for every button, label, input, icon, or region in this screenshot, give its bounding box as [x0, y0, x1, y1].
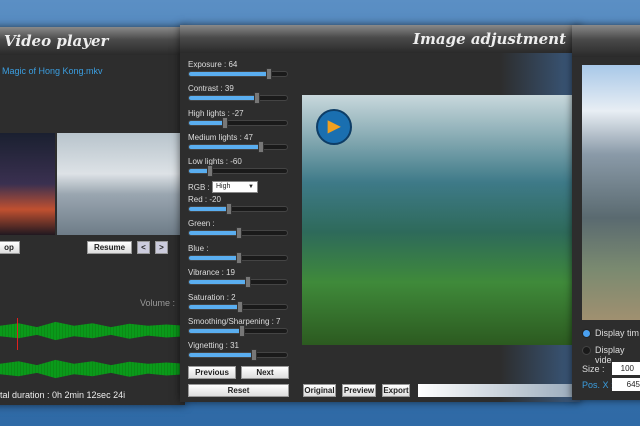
app-logo-icon: ▶ — [316, 109, 352, 145]
city-thumbnail[interactable] — [0, 133, 55, 235]
adjustment-slider[interactable] — [188, 116, 288, 129]
slider-thumb[interactable] — [235, 251, 242, 264]
slider-fill — [189, 120, 226, 125]
slider-fill — [189, 144, 261, 149]
slider-fill — [189, 255, 239, 260]
video-filename: Magic of Hong Kong.mkv — [2, 66, 103, 76]
export-button[interactable]: Export — [382, 384, 410, 397]
adjustment-slider[interactable] — [188, 92, 288, 105]
size-input[interactable]: 100 — [612, 362, 640, 375]
image-adjustment-titlebar[interactable]: Image adjustment — [180, 25, 580, 53]
rgb-select[interactable]: High ▼ — [212, 181, 258, 193]
export-progress-bar — [418, 384, 578, 397]
resume-button[interactable]: Resume — [87, 241, 132, 254]
posx-label: Pos. X : — [582, 380, 614, 390]
posx-input[interactable]: 645 — [612, 378, 640, 391]
slider-thumb[interactable] — [238, 325, 245, 337]
chevron-down-icon: ▼ — [248, 184, 254, 190]
next-button[interactable]: Next — [241, 366, 289, 379]
bridge-thumbnail[interactable] — [57, 133, 181, 235]
slider-label: Saturation : 2 — [188, 292, 236, 302]
size-value: 100 — [620, 364, 634, 373]
slider-label: Smoothing/Sharpening : 7 — [188, 317, 281, 326]
slider-thumb[interactable] — [257, 140, 264, 153]
image-adjustment-title: Image adjustment — [412, 30, 566, 48]
adjustment-slider[interactable] — [188, 203, 288, 215]
adjustment-slider[interactable] — [188, 349, 288, 362]
display-time-label: Display tim — [595, 328, 640, 338]
adjustment-slider[interactable] — [188, 300, 288, 313]
reset-button[interactable]: Reset — [188, 384, 289, 397]
slider-label: Vignetting : 31 — [188, 341, 240, 351]
slider-thumb[interactable] — [244, 276, 251, 289]
slider-fill — [189, 280, 248, 285]
slider-thumb[interactable] — [236, 300, 243, 313]
total-duration: tal duration : 0h 2min 12sec 24i — [0, 390, 126, 400]
stop-button[interactable]: op — [0, 241, 20, 254]
slider-thumb[interactable] — [222, 116, 229, 129]
slider-label: Medium lights : 47 — [188, 132, 253, 142]
display-time-radio[interactable] — [582, 329, 591, 338]
slider-thumb[interactable] — [250, 349, 257, 362]
slider-thumb[interactable] — [235, 227, 242, 240]
volume-label: Volume : — [140, 298, 176, 308]
rgb-label: RGB : — [188, 183, 210, 192]
slider-fill — [189, 304, 240, 309]
slider-thumb[interactable] — [226, 203, 233, 215]
slider-label: Blue : — [188, 243, 209, 253]
slider-label: Red : -20 — [188, 195, 221, 204]
adjustment-slider[interactable] — [188, 276, 288, 289]
original-button[interactable]: Original — [303, 384, 336, 397]
slider-label: Low lights : -60 — [188, 157, 242, 167]
slider-label: Exposure : 64 — [188, 60, 238, 69]
preview-image[interactable]: ▶ — [302, 95, 577, 345]
adjustment-slider[interactable] — [188, 325, 288, 337]
slider-label: Green : — [188, 219, 215, 229]
size-label: Size : — [582, 364, 605, 374]
slider-thumb[interactable] — [206, 165, 213, 178]
slider-label: High lights : -27 — [188, 108, 244, 118]
next-frame-button[interactable]: > — [155, 241, 168, 254]
video-player-title: Video player — [4, 32, 109, 50]
rgb-select-value: High — [216, 183, 231, 190]
display-video-radio[interactable] — [582, 346, 591, 355]
adjustment-slider[interactable] — [188, 68, 288, 80]
adjustment-slider[interactable] — [188, 227, 288, 240]
slider-fill — [189, 72, 270, 76]
adjustment-slider[interactable] — [188, 251, 288, 264]
previous-button[interactable]: Previous — [188, 366, 236, 379]
slider-fill — [189, 231, 239, 236]
adjustment-slider[interactable] — [188, 140, 288, 153]
preview-button[interactable]: Preview — [342, 384, 376, 397]
slider-fill — [189, 329, 242, 333]
slider-thumb[interactable] — [266, 68, 273, 80]
previous-frame-button[interactable]: < — [137, 241, 150, 254]
playhead-marker[interactable] — [17, 318, 18, 350]
posx-value: 645 — [626, 380, 640, 389]
slider-fill — [189, 96, 257, 101]
video-player-titlebar[interactable]: Video player — [0, 27, 185, 55]
slider-fill — [189, 207, 230, 211]
slider-thumb[interactable] — [253, 92, 260, 105]
overlay-preview-image[interactable] — [582, 65, 640, 320]
slider-fill — [189, 353, 254, 358]
adjustment-slider[interactable] — [188, 165, 288, 178]
slider-label: Contrast : 39 — [188, 84, 234, 94]
overlay-titlebar[interactable] — [572, 25, 640, 57]
slider-label: Vibrance : 19 — [188, 268, 235, 278]
